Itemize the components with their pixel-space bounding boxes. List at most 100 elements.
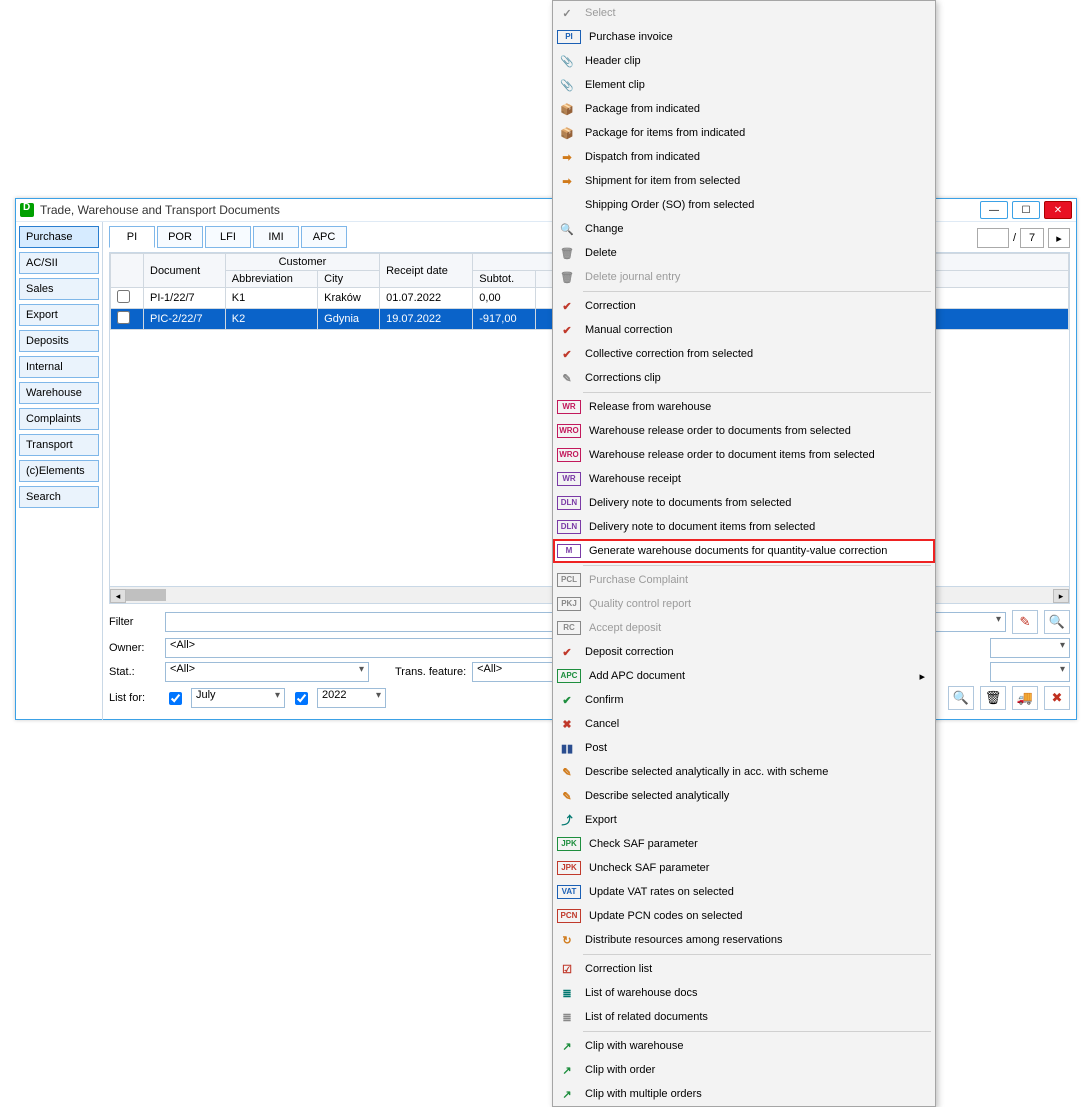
sidebar-item-complaints[interactable]: Complaints	[19, 408, 99, 430]
sidebar-item-celements[interactable]: (c)Elements	[19, 460, 99, 482]
context-menu-item[interactable]: DLNDelivery note to documents from selec…	[553, 491, 935, 515]
context-menu-item[interactable]: VAT Update VAT rates on selected	[553, 880, 935, 904]
context-menu-item[interactable]: WRRelease from warehouse	[553, 395, 935, 419]
close-button[interactable]: ✕	[1044, 201, 1072, 219]
sidebar-item-search[interactable]: Search	[19, 486, 99, 508]
context-menu-item[interactable]: ✎Describe selected analytically	[553, 784, 935, 808]
context-menu-item[interactable]: ✔Confirm	[553, 688, 935, 712]
row-checkbox[interactable]	[117, 290, 130, 303]
sidebar-item-purchase[interactable]: Purchase	[19, 226, 99, 248]
col-subtot[interactable]: Subtot.	[473, 271, 536, 288]
menu-item-icon: ➡	[557, 149, 577, 165]
context-menu-item[interactable]: ✎Describe selected analytically in acc. …	[553, 760, 935, 784]
list-for-year-checkbox[interactable]	[295, 692, 308, 705]
context-menu-item[interactable]: ↗Clip with order	[553, 1058, 935, 1082]
owner-extra-combo[interactable]	[990, 638, 1070, 658]
context-menu-item[interactable]: ▮▮Post	[553, 736, 935, 760]
delete-button[interactable]: 🗑	[980, 686, 1006, 710]
stat-combo[interactable]: <All>	[165, 662, 369, 682]
scroll-thumb[interactable]	[126, 589, 166, 601]
col-abbreviation[interactable]: Abbreviation	[225, 271, 317, 288]
filter-advanced-button[interactable]: 🔍	[1044, 610, 1070, 634]
context-menu-item[interactable]: ≣List of related documents	[553, 1005, 935, 1029]
col-receipt-date[interactable]: Receipt date	[380, 254, 473, 288]
col-group-customer[interactable]: Customer	[225, 254, 379, 271]
context-menu-item[interactable]: ⤴Export	[553, 808, 935, 832]
context-menu-item[interactable]: APCAdd APC document▸	[553, 664, 935, 688]
owner-combo[interactable]: <All>	[165, 638, 619, 658]
filter-clear-button[interactable]: ✎	[1012, 610, 1038, 634]
context-menu-item[interactable]: Shipping Order (SO) from selected	[553, 193, 935, 217]
tab-apc[interactable]: APC	[301, 226, 347, 248]
close-panel-button[interactable]: ✖	[1044, 686, 1070, 710]
context-menu-item[interactable]: ☑Correction list	[553, 957, 935, 981]
context-menu-item[interactable]: 📦Package for items from indicated	[553, 121, 935, 145]
context-menu-item[interactable]: 📎Element clip	[553, 73, 935, 97]
context-menu: ✓SelectPIPurchase invoice📎Header clip📎El…	[552, 0, 936, 1107]
context-menu-item[interactable]: 🗑Delete	[553, 241, 935, 265]
tab-por[interactable]: POR	[157, 226, 203, 248]
context-menu-item[interactable]: ➡Shipment for item from selected	[553, 169, 935, 193]
menu-item-label: Uncheck SAF parameter	[589, 862, 709, 874]
page-select[interactable]	[977, 228, 1009, 248]
sidebar-item-sales[interactable]: Sales	[19, 278, 99, 300]
filter-recent-combo[interactable]	[926, 612, 1006, 632]
year-spinner[interactable]: 2022	[317, 688, 386, 708]
menu-item-icon: ✔	[557, 298, 577, 314]
row-checkbox[interactable]	[117, 311, 130, 324]
col-document[interactable]: Document	[144, 254, 226, 288]
context-menu-item[interactable]: ✔Deposit correction	[553, 640, 935, 664]
context-menu-item[interactable]: MGenerate warehouse documents for quanti…	[553, 539, 935, 563]
context-menu-item[interactable]: ↻Distribute resources among reservations	[553, 928, 935, 952]
col-city[interactable]: City	[318, 271, 380, 288]
search-button[interactable]: 🔍	[948, 686, 974, 710]
context-menu-item[interactable]: 📦Package from indicated	[553, 97, 935, 121]
page-number-spinner[interactable]: 7	[1020, 228, 1044, 248]
menu-item-icon: VAT	[557, 885, 581, 899]
menu-item-icon: WRO	[557, 424, 581, 438]
sidebar-item-deposits[interactable]: Deposits	[19, 330, 99, 352]
context-menu-item[interactable]: ✖Cancel	[553, 712, 935, 736]
sidebar-item-warehouse[interactable]: Warehouse	[19, 382, 99, 404]
context-menu-item[interactable]: ↗Clip with multiple orders	[553, 1082, 935, 1106]
tab-imi[interactable]: IMI	[253, 226, 299, 248]
context-menu-item[interactable]: ✔Correction	[553, 294, 935, 318]
scroll-right-icon[interactable]: ▸	[1053, 589, 1069, 603]
context-menu-item[interactable]: ≣List of warehouse docs	[553, 981, 935, 1005]
tab-lfi[interactable]: LFI	[205, 226, 251, 248]
page-next-button[interactable]: ▸	[1048, 228, 1070, 248]
month-combo[interactable]: July	[191, 688, 285, 708]
sidebar-item-ac-sii[interactable]: AC/SII	[19, 252, 99, 274]
context-menu-item[interactable]: DLNDelivery note to document items from …	[553, 515, 935, 539]
context-menu-item[interactable]: JPKCheck SAF parameter	[553, 832, 935, 856]
context-menu-item[interactable]: PCNUpdate PCN codes on selected	[553, 904, 935, 928]
menu-item-icon: JPK	[557, 861, 581, 875]
context-menu-item[interactable]: ↗Clip with warehouse	[553, 1034, 935, 1058]
menu-item-label: Update VAT rates on selected	[589, 886, 734, 898]
scroll-left-icon[interactable]: ◂	[110, 589, 126, 603]
menu-item-icon: ✔	[557, 346, 577, 362]
list-for-month-checkbox[interactable]	[169, 692, 182, 705]
sidebar-item-internal[interactable]: Internal	[19, 356, 99, 378]
context-menu-item[interactable]: PIPurchase invoice	[553, 25, 935, 49]
transport-button[interactable]: 🚚	[1012, 686, 1038, 710]
sidebar-item-transport[interactable]: Transport	[19, 434, 99, 456]
context-menu-separator	[583, 291, 931, 292]
sidebar-item-export[interactable]: Export	[19, 304, 99, 326]
context-menu-item[interactable]: ✎Corrections clip	[553, 366, 935, 390]
maximize-button[interactable]: ☐	[1012, 201, 1040, 219]
tab-pi[interactable]: PI	[109, 226, 155, 248]
context-menu-item[interactable]: WROWarehouse release order to documents …	[553, 419, 935, 443]
minimize-button[interactable]: —	[980, 201, 1008, 219]
context-menu-item[interactable]: WROWarehouse release order to document i…	[553, 443, 935, 467]
context-menu-item[interactable]: 🔍Change	[553, 217, 935, 241]
context-menu-item[interactable]: ✔Collective correction from selected	[553, 342, 935, 366]
context-menu-item[interactable]: JPK Uncheck SAF parameter	[553, 856, 935, 880]
context-menu-item[interactable]: ✔Manual correction	[553, 318, 935, 342]
menu-item-icon: JPK	[557, 837, 581, 851]
stat-extra-combo[interactable]	[990, 662, 1070, 682]
context-menu-item[interactable]: ➡Dispatch from indicated	[553, 145, 935, 169]
context-menu-item[interactable]: WRWarehouse receipt	[553, 467, 935, 491]
context-menu-item[interactable]: 📎Header clip	[553, 49, 935, 73]
menu-item-label: List of warehouse docs	[585, 987, 698, 999]
